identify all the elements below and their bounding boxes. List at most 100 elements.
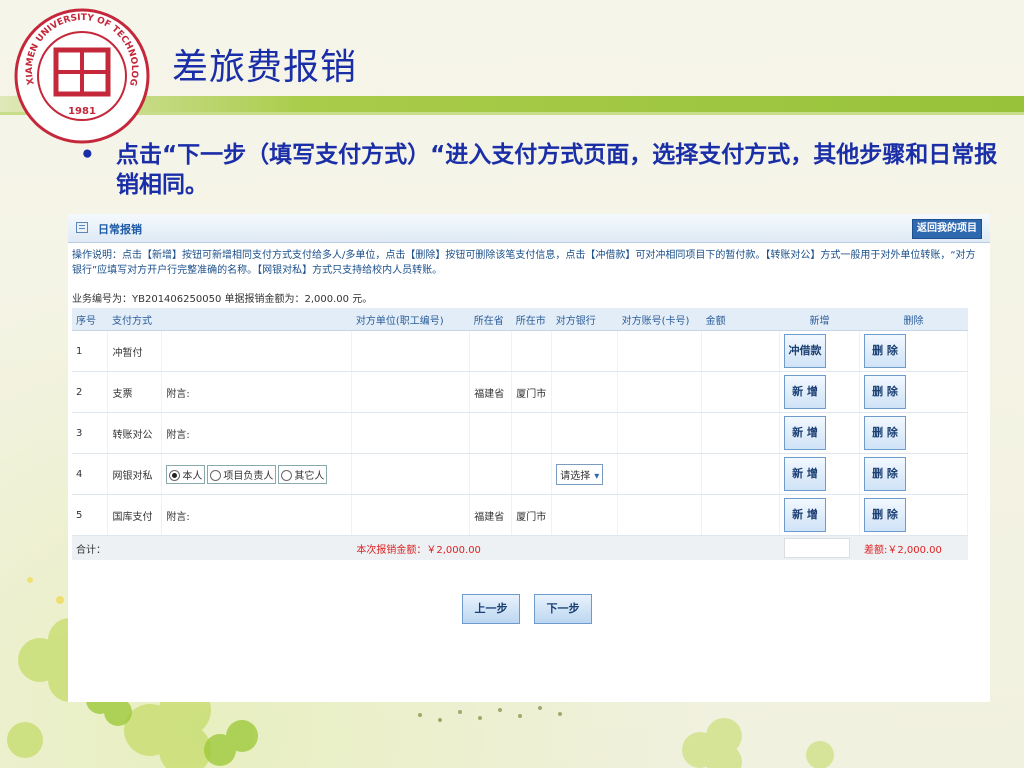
col-header: 对方单位(职工编号) — [351, 308, 470, 331]
row-province — [469, 412, 513, 454]
table-row: 2 支票 附言: 福建省 厦门市 新 增 删 除 — [72, 371, 969, 413]
row-method: 支票 — [107, 371, 163, 413]
amount-cell[interactable] — [701, 453, 780, 495]
logo-year: 1981 — [68, 106, 96, 117]
row-no: 2 — [72, 371, 109, 413]
col-header: 支付方式 — [107, 308, 162, 331]
row-note[interactable]: 附言: — [161, 412, 353, 454]
bank-cell[interactable] — [551, 412, 619, 454]
slide-title: 差旅费报销 — [172, 47, 358, 88]
table-row: 4 网银对私 本人 项目负责人 其它人 请选择 ▾ 新 增 删 除 — [72, 453, 969, 495]
panel-header: 日常报销 返回我的项目 — [68, 214, 990, 243]
delete-button[interactable]: 删 除 — [863, 334, 906, 368]
bank-cell[interactable] — [551, 330, 619, 372]
business-info: 业务编号为：YB201406250050 单据报销金额为：2,000.00 元。 — [72, 294, 373, 305]
table-row: 3 转账对公 附言: 新 增 删 除 — [72, 412, 969, 454]
row-city — [511, 330, 553, 372]
counterparty-cell[interactable] — [351, 412, 471, 454]
delete-button[interactable]: 删 除 — [863, 498, 906, 532]
row-method: 转账对公 — [107, 412, 163, 454]
row-note[interactable]: 附言: — [161, 371, 353, 413]
radio-button[interactable] — [169, 470, 181, 481]
counterparty-cell[interactable] — [351, 494, 471, 536]
account-cell[interactable] — [617, 330, 703, 372]
row-province — [469, 453, 513, 495]
row-city: 厦门市 — [511, 494, 553, 536]
add-button[interactable]: 新 增 — [784, 498, 826, 532]
row-province: 福建省 — [469, 494, 513, 536]
radio-project-leader[interactable]: 项目负责人 — [207, 464, 277, 484]
col-header: 删除 — [859, 308, 968, 331]
counterparty-cell[interactable] — [351, 330, 471, 372]
row-method: 国库支付 — [107, 494, 163, 536]
bank-cell[interactable] — [551, 494, 619, 536]
row-no: 3 — [72, 412, 109, 454]
row-no: 1 — [72, 330, 109, 372]
delete-button[interactable]: 删 除 — [863, 457, 906, 491]
row-note — [161, 330, 353, 372]
add-button[interactable]: 新 增 — [784, 375, 826, 409]
difference-amount: 差额:￥2,000.00 — [859, 535, 969, 560]
payment-method-panel: 日常报销 返回我的项目 操作说明：点击【新增】按钮可新增相同支付方式支付给多人/… — [68, 214, 990, 702]
row-method: 网银对私 — [107, 453, 163, 495]
account-cell[interactable] — [617, 453, 703, 495]
delete-button[interactable]: 删 除 — [863, 375, 906, 409]
payment-table: 序号 支付方式 对方单位(职工编号) 所在省 所在市 对方银行 对方账号(卡号)… — [72, 308, 969, 560]
amount-cell[interactable] — [701, 371, 780, 413]
delete-button[interactable]: 删 除 — [863, 416, 906, 450]
col-header: 新增 — [779, 308, 860, 331]
counterparty-cell[interactable] — [351, 371, 471, 413]
total-label: 合计： — [72, 535, 163, 560]
add-button[interactable]: 新 增 — [784, 457, 826, 491]
bullet-marker: • — [80, 142, 95, 168]
amount-cell[interactable] — [701, 412, 780, 454]
instructions-text: 操作说明：点击【新增】按钮可新增相同支付方式支付给多人/多单位，点击【删除】按钮… — [72, 250, 976, 276]
radio-self[interactable]: 本人 — [166, 464, 206, 484]
col-header: 序号 — [72, 308, 108, 331]
row-no: 5 — [72, 494, 109, 536]
next-step-button[interactable]: 下一步 — [534, 594, 592, 624]
bank-select[interactable]: 请选择 ▾ — [556, 463, 604, 485]
row-province — [469, 330, 513, 372]
chevron-down-icon: ▾ — [594, 470, 600, 482]
table-row: 5 国库支付 附言: 福建省 厦门市 新 增 删 除 — [72, 494, 969, 536]
row-city — [511, 412, 553, 454]
offset-loan-button[interactable]: 冲借款 — [784, 334, 826, 368]
header-green-line — [0, 112, 1024, 115]
bullet-text: 点击“下一步（填写支付方式）“进入支付方式页面，选择支付方式，其他步骤和日常报销… — [116, 142, 998, 198]
radio-button[interactable] — [281, 470, 293, 481]
payee-radio-group: 本人 项目负责人 其它人 — [161, 453, 353, 495]
table-row: 1 冲暂付 冲借款 删 除 — [72, 330, 969, 372]
panel-title: 日常报销 — [98, 223, 142, 236]
university-logo: 1981 XIAMEN UNIVERSITY OF TECHNOLOGY — [12, 6, 150, 144]
row-city — [511, 453, 553, 495]
col-header: 所在省 — [469, 308, 512, 331]
row-method: 冲暂付 — [107, 330, 163, 372]
total-input — [784, 538, 850, 558]
row-province: 福建省 — [469, 371, 513, 413]
header-green-bar — [0, 96, 1024, 112]
amount-cell[interactable] — [701, 330, 780, 372]
return-my-projects-button[interactable]: 返回我的项目 — [912, 219, 982, 239]
col-header: 对方银行 — [551, 308, 618, 331]
add-button[interactable]: 新 增 — [784, 416, 826, 450]
row-no: 4 — [72, 453, 109, 495]
total-amount: 本次报销金额：￥2,000.00 — [351, 535, 553, 560]
col-header: 所在市 — [511, 308, 552, 331]
col-header: 对方账号(卡号) — [617, 308, 702, 331]
col-header: 金额 — [701, 308, 780, 331]
counterparty-cell[interactable] — [351, 453, 471, 495]
radio-button[interactable] — [210, 470, 222, 481]
bank-cell[interactable] — [551, 371, 619, 413]
amount-cell[interactable] — [701, 494, 780, 536]
account-cell[interactable] — [617, 494, 703, 536]
row-note[interactable]: 附言: — [161, 494, 353, 536]
radio-other[interactable]: 其它人 — [278, 464, 328, 484]
account-cell[interactable] — [617, 412, 703, 454]
col-header — [161, 308, 352, 331]
previous-step-button[interactable]: 上一步 — [462, 594, 520, 624]
row-city: 厦门市 — [511, 371, 553, 413]
total-row: 合计： 本次报销金额：￥2,000.00 差额:￥2,000.00 — [72, 535, 969, 560]
table-header-row: 序号 支付方式 对方单位(职工编号) 所在省 所在市 对方银行 对方账号(卡号)… — [72, 308, 968, 331]
account-cell[interactable] — [617, 371, 703, 413]
